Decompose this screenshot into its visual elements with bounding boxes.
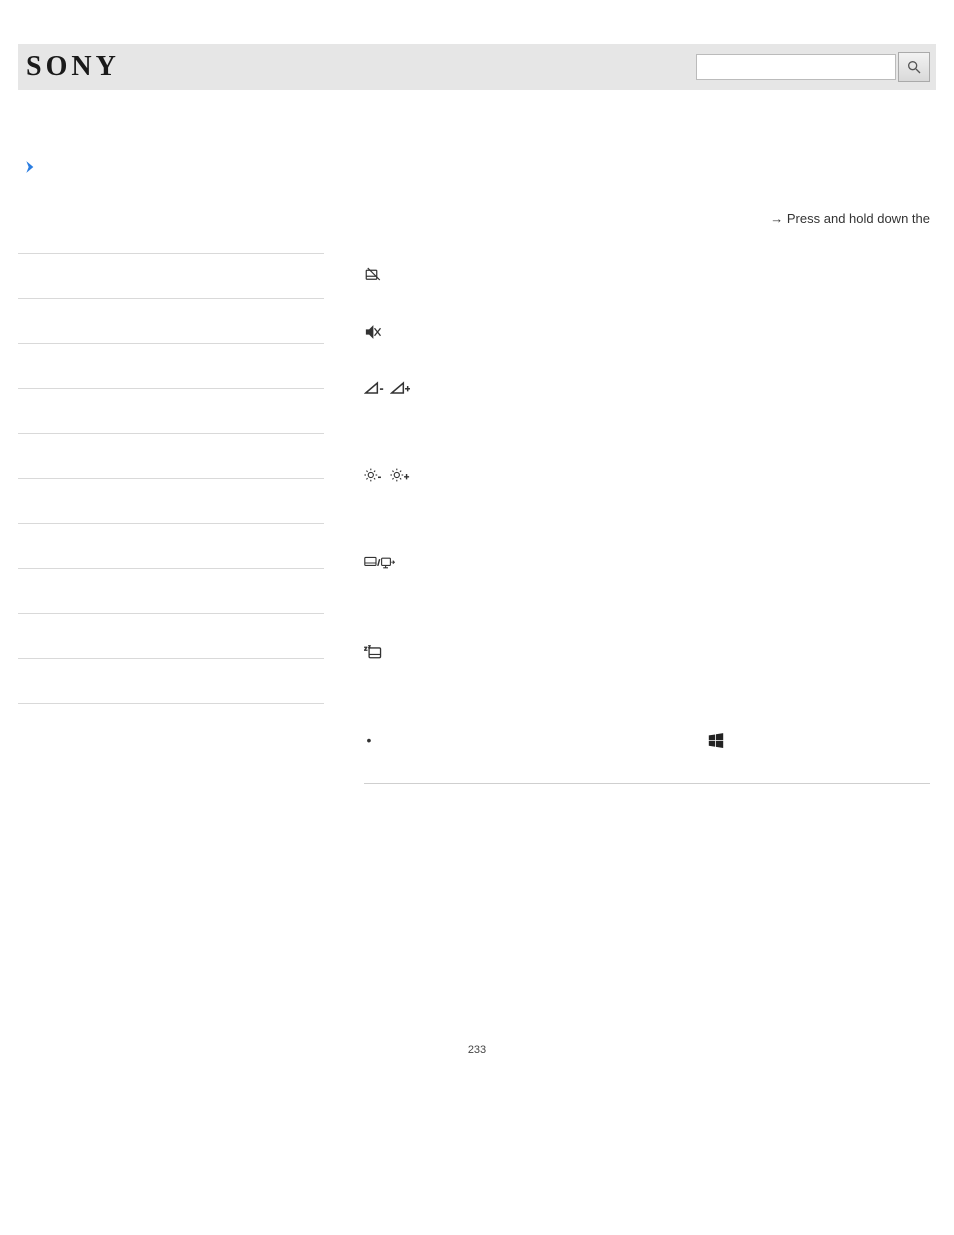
- nav-item[interactable]: [18, 209, 324, 254]
- nav-item[interactable]: [18, 659, 324, 704]
- volume-down-icon: -: [364, 381, 384, 395]
- instruction-text: Press and hold down the: [787, 211, 930, 226]
- brightness-down-icon: -: [364, 467, 384, 483]
- nav-item[interactable]: [18, 614, 324, 659]
- search-wrap: [696, 52, 930, 82]
- search-icon: [906, 59, 922, 75]
- search-button[interactable]: [898, 52, 930, 82]
- fn-f1-row: [364, 265, 930, 283]
- svg-text:/: /: [378, 558, 381, 567]
- touchpad-off-icon: [364, 265, 382, 283]
- fn-f7-row: /: [364, 555, 930, 571]
- divider: [364, 783, 930, 784]
- header-bar: SONY: [18, 44, 936, 90]
- nav-item[interactable]: [18, 524, 324, 569]
- svg-text:-: -: [380, 384, 383, 395]
- volume-up-icon: +: [390, 381, 410, 395]
- bullet-icon: •: [360, 733, 378, 747]
- nav-item[interactable]: [18, 569, 324, 614]
- svg-text:z: z: [364, 645, 367, 652]
- brand-logo: SONY: [26, 51, 120, 83]
- search-input[interactable]: [696, 54, 896, 80]
- nav-back[interactable]: [18, 160, 324, 179]
- note-row: •: [360, 733, 930, 755]
- main-content: → Press and hold down the: [324, 160, 936, 784]
- hibernate-icon: z z: [364, 643, 384, 661]
- nav-item[interactable]: [18, 389, 324, 434]
- fn-f3-f4-row: - +: [364, 381, 930, 395]
- instruction-line: → Press and hold down the: [364, 210, 930, 229]
- chevron-right-icon: [24, 161, 38, 178]
- nav-item[interactable]: [18, 254, 324, 299]
- brightness-up-icon: +: [390, 467, 410, 483]
- mute-icon: [364, 323, 382, 341]
- fn-f5-f6-row: - +: [364, 467, 930, 483]
- fn-f12-row: z z: [364, 643, 930, 661]
- svg-text:+: +: [405, 384, 410, 394]
- nav-item[interactable]: [18, 299, 324, 344]
- left-nav: [18, 160, 324, 784]
- fn-f2-row: [364, 323, 930, 341]
- svg-text:-: -: [378, 472, 381, 482]
- nav-item[interactable]: [18, 344, 324, 389]
- nav-item[interactable]: [18, 479, 324, 524]
- svg-text:+: +: [404, 472, 409, 482]
- windows-icon: [708, 733, 724, 755]
- page-number: 233: [0, 1044, 954, 1076]
- display-output-icon: /: [364, 555, 396, 571]
- nav-item[interactable]: [18, 434, 324, 479]
- arrow-right-icon: →: [770, 211, 783, 226]
